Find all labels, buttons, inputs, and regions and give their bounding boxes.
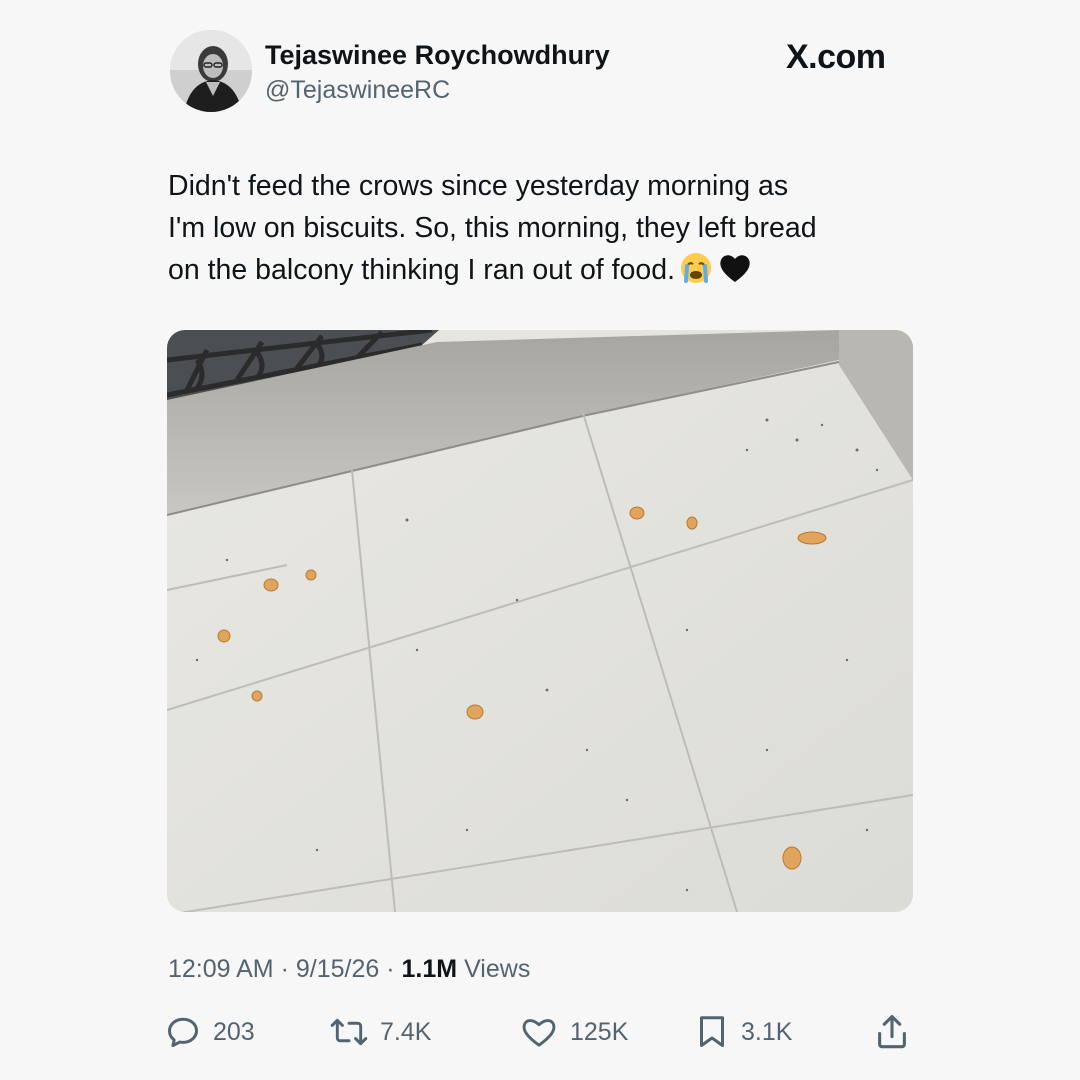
like-button[interactable]: 125K	[520, 1012, 628, 1052]
profile-photo	[170, 30, 252, 112]
heart-icon	[522, 1019, 556, 1047]
user-handle[interactable]: @TejaswineeRC	[265, 76, 450, 105]
site-label: X.com	[786, 38, 886, 76]
meta-separator: ·	[280, 955, 289, 983]
tweet-line: on the balcony thinking I ran out of foo…	[168, 254, 676, 286]
tweet-line: Didn't feed the crows since yesterday mo…	[168, 170, 789, 202]
bookmark-icon	[700, 1016, 724, 1047]
tweet-line: I'm low on biscuits. So, this morning, t…	[168, 212, 817, 244]
loudly-crying-face-icon	[679, 251, 713, 297]
avatar[interactable]	[170, 30, 252, 112]
tweet-meta: 12:09 AM · 9/15/26 · 1.1M Views	[168, 955, 530, 984]
repost-button[interactable]: 7.4K	[330, 1012, 431, 1052]
tweet-photo[interactable]	[167, 330, 913, 912]
reply-count: 203	[213, 1017, 255, 1046]
views-count: 1.1M	[401, 955, 458, 983]
tweet-line-last: on the balcony thinking I ran out of foo…	[168, 249, 928, 297]
repost-count: 7.4K	[380, 1017, 432, 1046]
black-heart-icon	[717, 251, 753, 297]
tweet-time[interactable]: 12:09 AM	[168, 955, 274, 983]
repost-icon	[330, 1018, 368, 1046]
meta-separator: ·	[386, 955, 395, 983]
action-bar: 203 7.4K 125K 3.1K	[165, 1012, 915, 1052]
tweet-text: Didn't feed the crows since yesterday mo…	[168, 165, 928, 297]
tweet-date[interactable]: 9/15/26	[296, 955, 379, 983]
like-count: 125K	[570, 1017, 629, 1046]
display-name[interactable]: Tejaswinee Roychowdhury	[265, 40, 610, 71]
balcony-photo	[167, 330, 913, 912]
bookmark-button[interactable]: 3.1K	[695, 1012, 792, 1052]
bookmark-count: 3.1K	[741, 1017, 793, 1046]
views-label: Views	[464, 955, 531, 983]
reply-button[interactable]: 203	[165, 1012, 255, 1052]
share-icon	[878, 1015, 906, 1049]
share-button[interactable]	[875, 1012, 921, 1052]
reply-icon	[168, 1017, 198, 1047]
